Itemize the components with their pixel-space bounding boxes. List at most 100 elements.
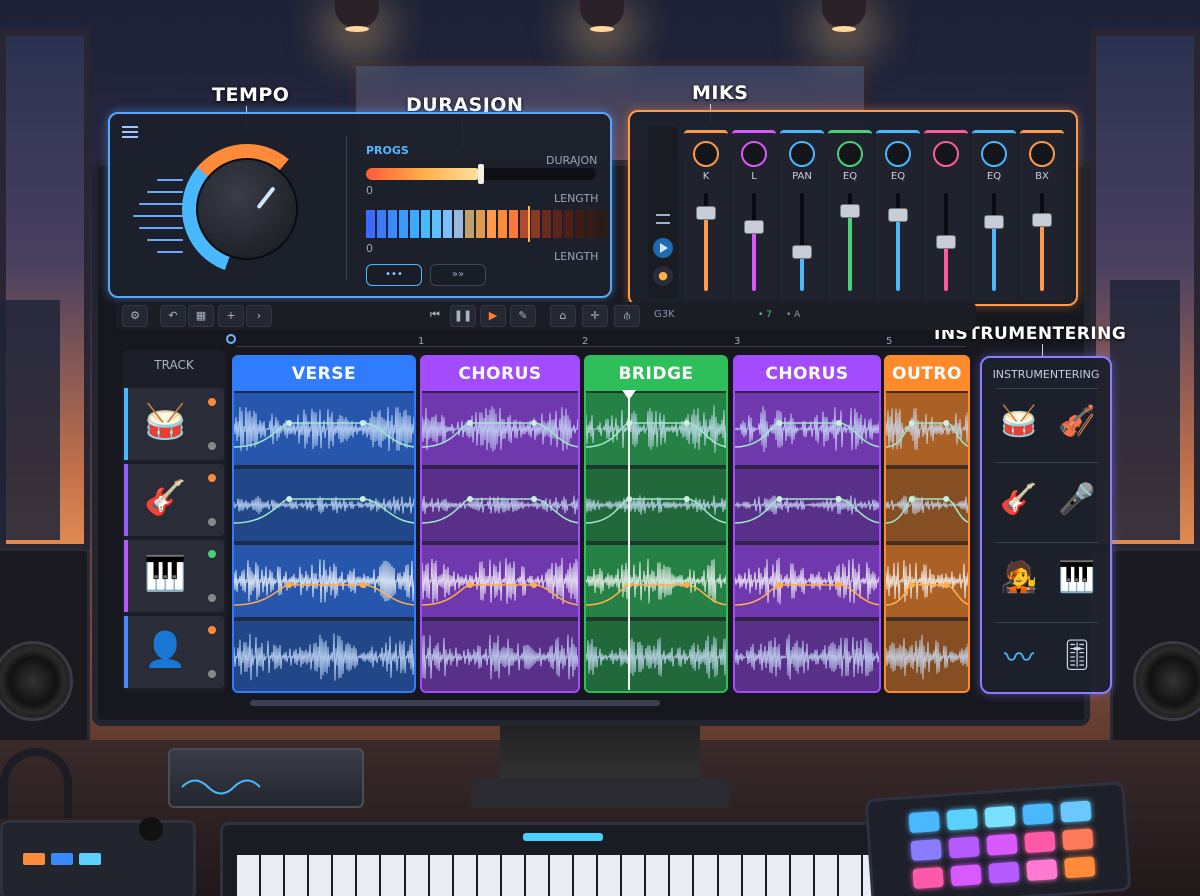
progress-slider[interactable] [366, 164, 596, 184]
arrangement-section[interactable]: VERSE [232, 355, 416, 693]
tempo-option-button[interactable]: ••• [366, 264, 422, 286]
progress-slider-handle[interactable] [478, 164, 484, 184]
track-row[interactable]: 🎸 [124, 464, 224, 536]
fader-handle[interactable] [984, 215, 1004, 230]
keyboard-icon[interactable]: 🎹 [1052, 552, 1102, 602]
audio-waveform[interactable] [422, 545, 580, 617]
menu-icon[interactable] [656, 214, 670, 224]
acoustic-guitar-icon[interactable]: 🎸 [994, 474, 1044, 524]
loop-icon[interactable]: ↶ [160, 305, 186, 327]
audio-waveform[interactable] [422, 469, 580, 541]
arrangement-section[interactable]: BRIDGE [584, 355, 728, 693]
arrangement-section[interactable]: CHORUS [420, 355, 580, 693]
audio-waveform[interactable] [735, 469, 881, 541]
fader-track[interactable] [752, 193, 756, 291]
next-icon[interactable]: › [246, 305, 272, 327]
channel-knob[interactable] [693, 141, 719, 167]
audio-waveform[interactable] [735, 545, 881, 617]
timeline-scrollbar[interactable] [250, 700, 660, 706]
channel-knob[interactable] [1029, 141, 1055, 167]
track-row[interactable]: 🎹 [124, 540, 224, 612]
channel-knob[interactable] [933, 141, 959, 167]
grid-view-icon[interactable]: ▦ [188, 305, 214, 327]
audio-waveform[interactable] [586, 469, 728, 541]
record-arm-dot[interactable] [208, 626, 216, 634]
crosshair-icon[interactable]: ✛ [582, 305, 608, 327]
record-arm-dot[interactable] [208, 398, 216, 406]
hamburger-menu-icon[interactable] [122, 126, 138, 138]
channel-knob[interactable] [741, 141, 767, 167]
knob[interactable] [139, 817, 163, 841]
mixer-side-bar: ● [648, 126, 678, 298]
mute-dot[interactable] [208, 518, 216, 526]
mute-dot[interactable] [208, 670, 216, 678]
fader-handle[interactable] [840, 203, 860, 218]
user-icon[interactable]: ● [653, 266, 673, 286]
track-row[interactable]: 👤 [124, 616, 224, 688]
fader-track[interactable] [992, 193, 996, 291]
ruler-mark: 5 [886, 336, 893, 347]
audio-waveform[interactable] [735, 393, 881, 465]
arrangement-section[interactable]: OUTRO [884, 355, 970, 693]
track-row[interactable]: 🥁 [124, 388, 224, 460]
audio-waveform[interactable] [586, 621, 728, 693]
mute-dot[interactable] [208, 442, 216, 450]
audio-waveform[interactable] [234, 545, 416, 617]
fader-track[interactable] [1040, 193, 1044, 291]
tempo-speed-lines-icon [133, 179, 183, 253]
pencil-tool-icon[interactable]: ✎ [510, 305, 536, 327]
arrangement-section[interactable]: CHORUS [733, 355, 881, 693]
audio-waveform[interactable] [586, 393, 728, 465]
instrument-panel: INSTRUMENTERING 🥁 🎻 🎸 🎤 🧑‍🎤 🎹 〰 🎚 [980, 356, 1112, 694]
fader-handle[interactable] [936, 235, 956, 249]
pause-button[interactable]: ❚❚ [450, 305, 476, 327]
tempo-knob[interactable] [182, 144, 312, 274]
channel-knob[interactable] [789, 141, 815, 167]
record-arm-dot[interactable] [208, 550, 216, 558]
audio-waveform[interactable] [234, 393, 416, 465]
fader-handle[interactable] [888, 207, 908, 222]
fader-handle[interactable] [696, 205, 716, 220]
drum-icon[interactable]: 🥁 [994, 396, 1044, 446]
fader-handle[interactable] [1032, 213, 1052, 228]
singer-icon[interactable]: 🧑‍🎤 [994, 552, 1044, 602]
duration-label: DURAJON [546, 154, 598, 167]
audio-waveform[interactable] [234, 469, 416, 541]
audio-waveform[interactable] [886, 545, 970, 617]
tempo-panel: PROGS DURAJON 0 LENGTH 0 LENGTH ••• »» [108, 112, 612, 298]
section-label: CHORUS [422, 357, 578, 391]
skip-back-button[interactable]: ⏮ [422, 305, 448, 327]
playhead-handle[interactable] [622, 390, 636, 400]
audio-waveform[interactable] [886, 393, 970, 465]
audio-waveform[interactable] [586, 545, 728, 617]
audio-waveform[interactable] [422, 393, 580, 465]
playhead-start-marker[interactable] [226, 334, 236, 344]
microphone-icon[interactable]: 🎤 [1052, 474, 1102, 524]
audio-waveform[interactable] [422, 621, 580, 693]
mixer-sliders-icon[interactable]: 🎚 [1052, 630, 1102, 680]
channel-knob[interactable] [837, 141, 863, 167]
split-icon[interactable]: ⫛ [614, 305, 640, 327]
tempo-forward-button[interactable]: »» [430, 264, 486, 286]
play-button[interactable]: ▶ [480, 305, 506, 327]
audio-waveform[interactable] [886, 469, 970, 541]
channel-knob[interactable] [981, 141, 1007, 167]
mixer-channel: EQ [828, 130, 872, 300]
fader-handle[interactable] [792, 244, 812, 259]
audio-waveform[interactable] [886, 621, 970, 693]
channel-label: EQ [986, 171, 1002, 182]
mute-dot[interactable] [208, 594, 216, 602]
play-icon[interactable] [653, 238, 673, 258]
fader-track[interactable] [800, 193, 804, 291]
audio-waveform[interactable] [234, 621, 416, 693]
automation-curve-icon[interactable]: 〰 [994, 630, 1044, 680]
metronome-icon[interactable]: ⌂ [550, 305, 576, 327]
violin-icon[interactable]: 🎻 [1052, 396, 1102, 446]
playhead[interactable] [628, 398, 630, 690]
settings-gear-icon[interactable]: ⚙ [122, 305, 148, 327]
record-arm-dot[interactable] [208, 474, 216, 482]
audio-waveform[interactable] [735, 621, 881, 693]
fader-handle[interactable] [744, 220, 764, 235]
add-marker-icon[interactable]: + [218, 305, 244, 327]
channel-knob[interactable] [885, 141, 911, 167]
